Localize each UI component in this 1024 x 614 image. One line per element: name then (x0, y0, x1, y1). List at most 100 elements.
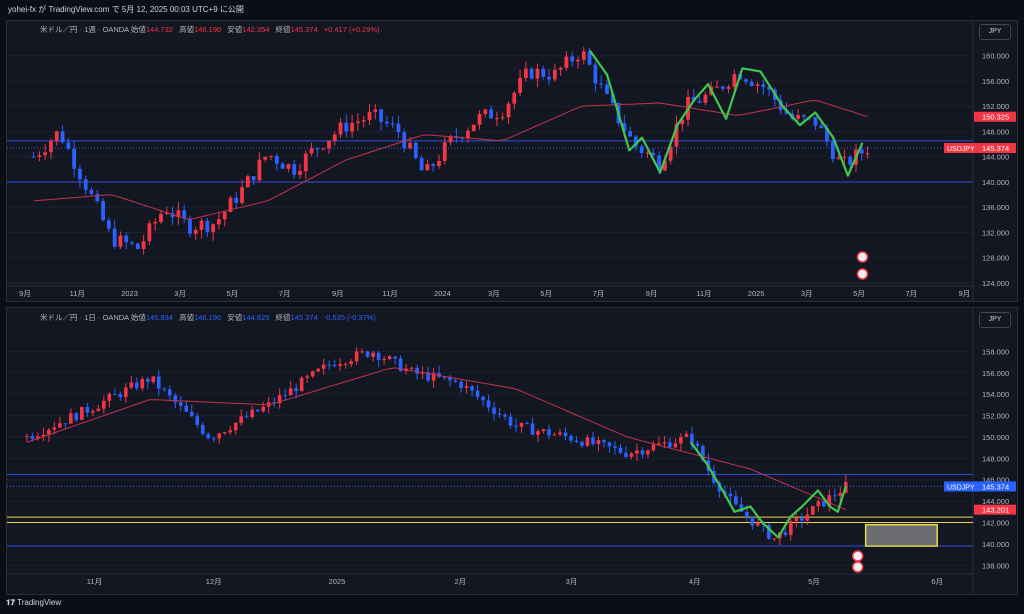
candle-body (842, 156, 847, 158)
candle-body (350, 123, 355, 132)
time-tick-label: 9月 (19, 289, 31, 298)
candle-body (233, 422, 238, 431)
candle-body (112, 228, 117, 247)
candle-body (85, 406, 90, 413)
event-flag-icon (851, 561, 864, 573)
open-value: 145.834 (145, 313, 173, 322)
candle-body (327, 364, 331, 366)
candle-body (547, 429, 551, 436)
price-tick-label: 152.000 (982, 412, 1009, 421)
candle-body (206, 433, 211, 439)
candle-body (332, 364, 337, 366)
candle-body (205, 220, 210, 233)
price-tick-label: 140.000 (982, 178, 1009, 187)
price-tick-label: 138.000 (982, 561, 1009, 570)
candle-body (464, 386, 469, 389)
candle-body (673, 443, 678, 448)
change-value: +0.417 (+0.29%) (323, 25, 380, 34)
candle-body (518, 78, 522, 93)
candle-body (280, 163, 285, 169)
currency-button[interactable]: JPY (979, 312, 1011, 328)
candle-body (607, 442, 612, 447)
price-tick-label: 140.000 (982, 540, 1009, 549)
legend-title: 米ドル／円 · 1日 · OANDA (40, 313, 129, 322)
candle-body (294, 388, 298, 392)
time-tick-label: 9月 (959, 289, 971, 298)
time-tick-label: 5月 (808, 577, 820, 586)
candle-body (495, 118, 499, 120)
candle-body (593, 64, 598, 84)
candle-body (30, 435, 35, 439)
price-tick-label: 144.000 (982, 153, 1009, 162)
low-value: 142.354 (242, 25, 270, 34)
candle-body (309, 148, 314, 154)
daily-chart-svg[interactable]: 158.000 156.000 154.000 152.000 150.000 148.0… (7, 308, 1017, 594)
price-tick-label: 128.000 (982, 254, 1009, 263)
price-tick-label: 150.000 (982, 433, 1009, 442)
candle-body (732, 74, 737, 87)
price-tick-label: 124.000 (982, 279, 1009, 288)
time-tick-label: 11月 (87, 577, 102, 586)
time-tick-label: 3月 (801, 289, 813, 298)
candle-body (437, 160, 441, 166)
candle-body (292, 164, 297, 175)
price-tick-label: 142.000 (982, 519, 1009, 528)
wave-pattern-line (689, 441, 847, 539)
candle-body (240, 187, 244, 203)
time-tick-label: 9月 (646, 289, 658, 298)
candle-body (805, 514, 810, 521)
candle-body (859, 149, 864, 154)
candle-body (54, 131, 59, 142)
price-tick-label: 148.000 (982, 454, 1009, 463)
candle-body (367, 111, 372, 121)
currency-button[interactable]: JPY (979, 24, 1011, 40)
price-tick-label: 136.000 (982, 203, 1009, 212)
candle-body (159, 213, 163, 222)
candle-body (819, 125, 824, 129)
candle-body (153, 221, 158, 224)
price-tick-label: 160.000 (982, 52, 1009, 61)
open-label: 始値 (130, 313, 146, 322)
candle-body (832, 495, 837, 497)
time-tick-label: 11月 (70, 289, 85, 298)
candle-body (384, 121, 389, 124)
time-tick-label: 11月 (382, 289, 397, 298)
candle-body (118, 235, 123, 247)
candle-body (750, 516, 755, 526)
candle-body (506, 103, 511, 118)
candle-body (222, 432, 227, 434)
candle-body (442, 142, 447, 161)
candle-body (255, 409, 260, 412)
candle-body (303, 153, 308, 172)
time-tick-label: 2月 (454, 577, 466, 586)
price-tick-label: 158.000 (982, 347, 1009, 356)
candle-body (244, 416, 249, 418)
candle-body (283, 395, 287, 397)
candle-body (576, 59, 580, 62)
candle-body (211, 224, 216, 233)
close-value: 145.374 (290, 25, 318, 34)
candle-body (783, 532, 788, 536)
candle-body (529, 68, 534, 79)
candle-body (503, 414, 507, 417)
weekly-chart-svg[interactable]: 160.000 156.000 152.000 148.000 144.000 140.0… (7, 21, 1017, 301)
price-tick-label: 156.000 (982, 77, 1009, 86)
candle-body (327, 140, 331, 149)
price-tag-label: 145.374 (982, 482, 1009, 491)
candle-body (83, 179, 88, 190)
daily-chart-pane[interactable]: 158.000 156.000 154.000 152.000 150.000 148.0… (6, 307, 1018, 595)
moving-average-line (26, 367, 846, 511)
time-tick-label: 2023 (121, 289, 138, 298)
candle-body (486, 400, 491, 408)
candle-body (794, 517, 799, 522)
daily-legend: 米ドル／円 · 1日 · OANDA 始値145.834 高値146.190 安… (40, 312, 376, 323)
candle-body (425, 164, 430, 171)
candle-body (662, 442, 667, 444)
time-tick-label: 2025 (329, 577, 346, 586)
candle-body (744, 79, 748, 82)
candle-body (684, 434, 689, 437)
time-tick-label: 3月 (488, 289, 500, 298)
candle-body (200, 424, 205, 434)
candle-body (547, 76, 551, 80)
weekly-chart-pane[interactable]: 160.000 156.000 152.000 148.000 144.000 140.0… (6, 20, 1018, 302)
